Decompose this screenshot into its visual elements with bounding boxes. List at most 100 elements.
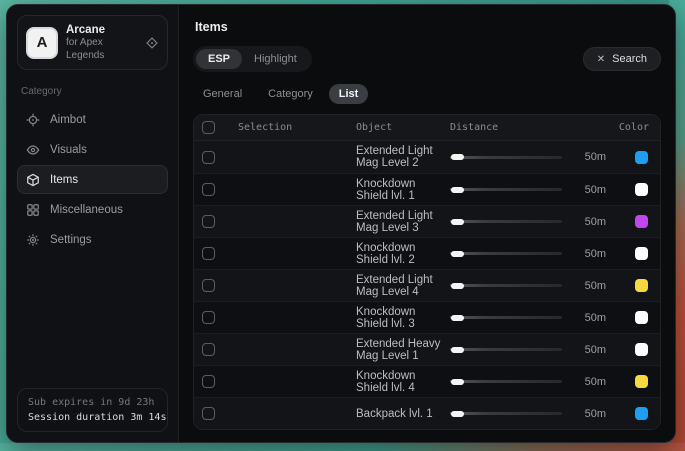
table-row: Knockdown Shield lvl. 1 50m (194, 173, 660, 205)
distance-value: 50m (576, 248, 606, 260)
object-name: Extended Light Mag Level 2 (356, 145, 450, 169)
slider-thumb[interactable] (451, 411, 464, 417)
tab-list[interactable]: List (329, 84, 369, 104)
object-name: Extended Light Mag Level 3 (356, 210, 450, 234)
row-checkbox[interactable] (202, 247, 215, 260)
sidebar: A Arcane for Apex Legends Category Aimbo… (7, 5, 179, 442)
column-header-color: Color (606, 122, 650, 133)
background-scene-bottom (0, 443, 685, 451)
distance-cell: 50m (450, 375, 606, 389)
table-row: Backpack lvl. 1 50m (194, 397, 660, 429)
table-row: Extended Light Mag Level 3 50m (194, 205, 660, 237)
color-swatch[interactable] (635, 375, 648, 388)
search-icon: ✕ (597, 54, 605, 65)
distance-cell: 50m (450, 247, 606, 261)
controls-row: ESP Highlight ✕ Search (193, 46, 661, 72)
brand-card: A Arcane for Apex Legends (17, 15, 168, 70)
distance-slider[interactable] (450, 215, 562, 229)
distance-slider[interactable] (450, 247, 562, 261)
search-button-label: Search (612, 53, 647, 65)
distance-slider[interactable] (450, 407, 562, 421)
distance-cell: 50m (450, 279, 606, 293)
slider-thumb[interactable] (451, 379, 464, 385)
page-title: Items (195, 20, 661, 34)
color-swatch[interactable] (635, 151, 648, 164)
table-row: Extended Heavy Mag Level 1 50m (194, 333, 660, 365)
sidebar-item-label: Visuals (50, 144, 87, 156)
slider-thumb[interactable] (451, 347, 464, 353)
distance-cell: 50m (450, 407, 606, 421)
app-window: A Arcane for Apex Legends Category Aimbo… (6, 4, 676, 443)
slider-track (450, 284, 562, 287)
slider-track (450, 348, 562, 351)
eye-icon (26, 143, 40, 157)
distance-value: 50m (576, 151, 606, 163)
object-name: Knockdown Shield lvl. 3 (356, 306, 450, 330)
object-name: Knockdown Shield lvl. 1 (356, 178, 450, 202)
slider-thumb[interactable] (451, 283, 464, 289)
row-checkbox[interactable] (202, 343, 215, 356)
brand-text: Arcane for Apex Legends (66, 23, 137, 62)
slider-track (450, 220, 562, 223)
sidebar-item-items[interactable]: Items (17, 165, 168, 194)
app-name: Arcane (66, 23, 137, 37)
color-swatch[interactable] (635, 343, 648, 356)
distance-slider[interactable] (450, 150, 562, 164)
distance-slider[interactable] (450, 375, 562, 389)
row-checkbox[interactable] (202, 375, 215, 388)
color-swatch[interactable] (635, 183, 648, 196)
sidebar-item-miscellaneous[interactable]: Miscellaneous (17, 195, 168, 224)
select-all-checkbox[interactable] (202, 121, 215, 134)
distance-value: 50m (576, 344, 606, 356)
view-tabs: General Category List (193, 84, 661, 104)
distance-value: 50m (576, 312, 606, 324)
table-body: Extended Light Mag Level 2 50m Knockdown… (194, 141, 660, 429)
items-table: Selection Object Distance Color Extended… (193, 114, 661, 430)
row-checkbox[interactable] (202, 183, 215, 196)
distance-slider[interactable] (450, 183, 562, 197)
object-name: Extended Light Mag Level 4 (356, 274, 450, 298)
slider-track (450, 316, 562, 319)
tab-highlight[interactable]: Highlight (242, 49, 309, 69)
sidebar-item-visuals[interactable]: Visuals (17, 135, 168, 164)
sidebar-item-label: Items (50, 174, 78, 186)
color-swatch[interactable] (635, 215, 648, 228)
slider-thumb[interactable] (451, 315, 464, 321)
object-name: Backpack lvl. 1 (356, 408, 450, 420)
color-swatch[interactable] (635, 311, 648, 324)
tab-esp[interactable]: ESP (196, 49, 242, 69)
table-row: Knockdown Shield lvl. 2 50m (194, 237, 660, 269)
mode-segmented-control: ESP Highlight (193, 46, 312, 72)
slider-track (450, 252, 562, 255)
distance-cell: 50m (450, 183, 606, 197)
table-row: Knockdown Shield lvl. 3 50m (194, 301, 660, 333)
row-checkbox[interactable] (202, 279, 215, 292)
slider-thumb[interactable] (451, 187, 464, 193)
color-swatch[interactable] (635, 247, 648, 260)
color-swatch[interactable] (635, 407, 648, 420)
diamond-badge-icon[interactable] (145, 36, 159, 50)
tab-general[interactable]: General (193, 84, 252, 104)
row-checkbox[interactable] (202, 215, 215, 228)
slider-thumb[interactable] (451, 154, 464, 160)
gear-icon (26, 233, 40, 247)
sidebar-item-settings[interactable]: Settings (17, 225, 168, 254)
slider-thumb[interactable] (451, 219, 464, 225)
distance-slider[interactable] (450, 279, 562, 293)
distance-slider[interactable] (450, 343, 562, 357)
slider-thumb[interactable] (451, 251, 464, 257)
distance-value: 50m (576, 280, 606, 292)
row-checkbox[interactable] (202, 311, 215, 324)
tab-category[interactable]: Category (258, 84, 323, 104)
slider-track (450, 380, 562, 383)
row-checkbox[interactable] (202, 151, 215, 164)
slider-track (450, 156, 562, 159)
search-button[interactable]: ✕ Search (583, 47, 661, 71)
table-row: Knockdown Shield lvl. 4 50m (194, 365, 660, 397)
sidebar-item-aimbot[interactable]: Aimbot (17, 105, 168, 134)
main-panel: Items ESP Highlight ✕ Search General Cat… (179, 5, 675, 442)
row-checkbox[interactable] (202, 407, 215, 420)
column-header-distance: Distance (450, 122, 606, 133)
distance-slider[interactable] (450, 311, 562, 325)
color-swatch[interactable] (635, 279, 648, 292)
